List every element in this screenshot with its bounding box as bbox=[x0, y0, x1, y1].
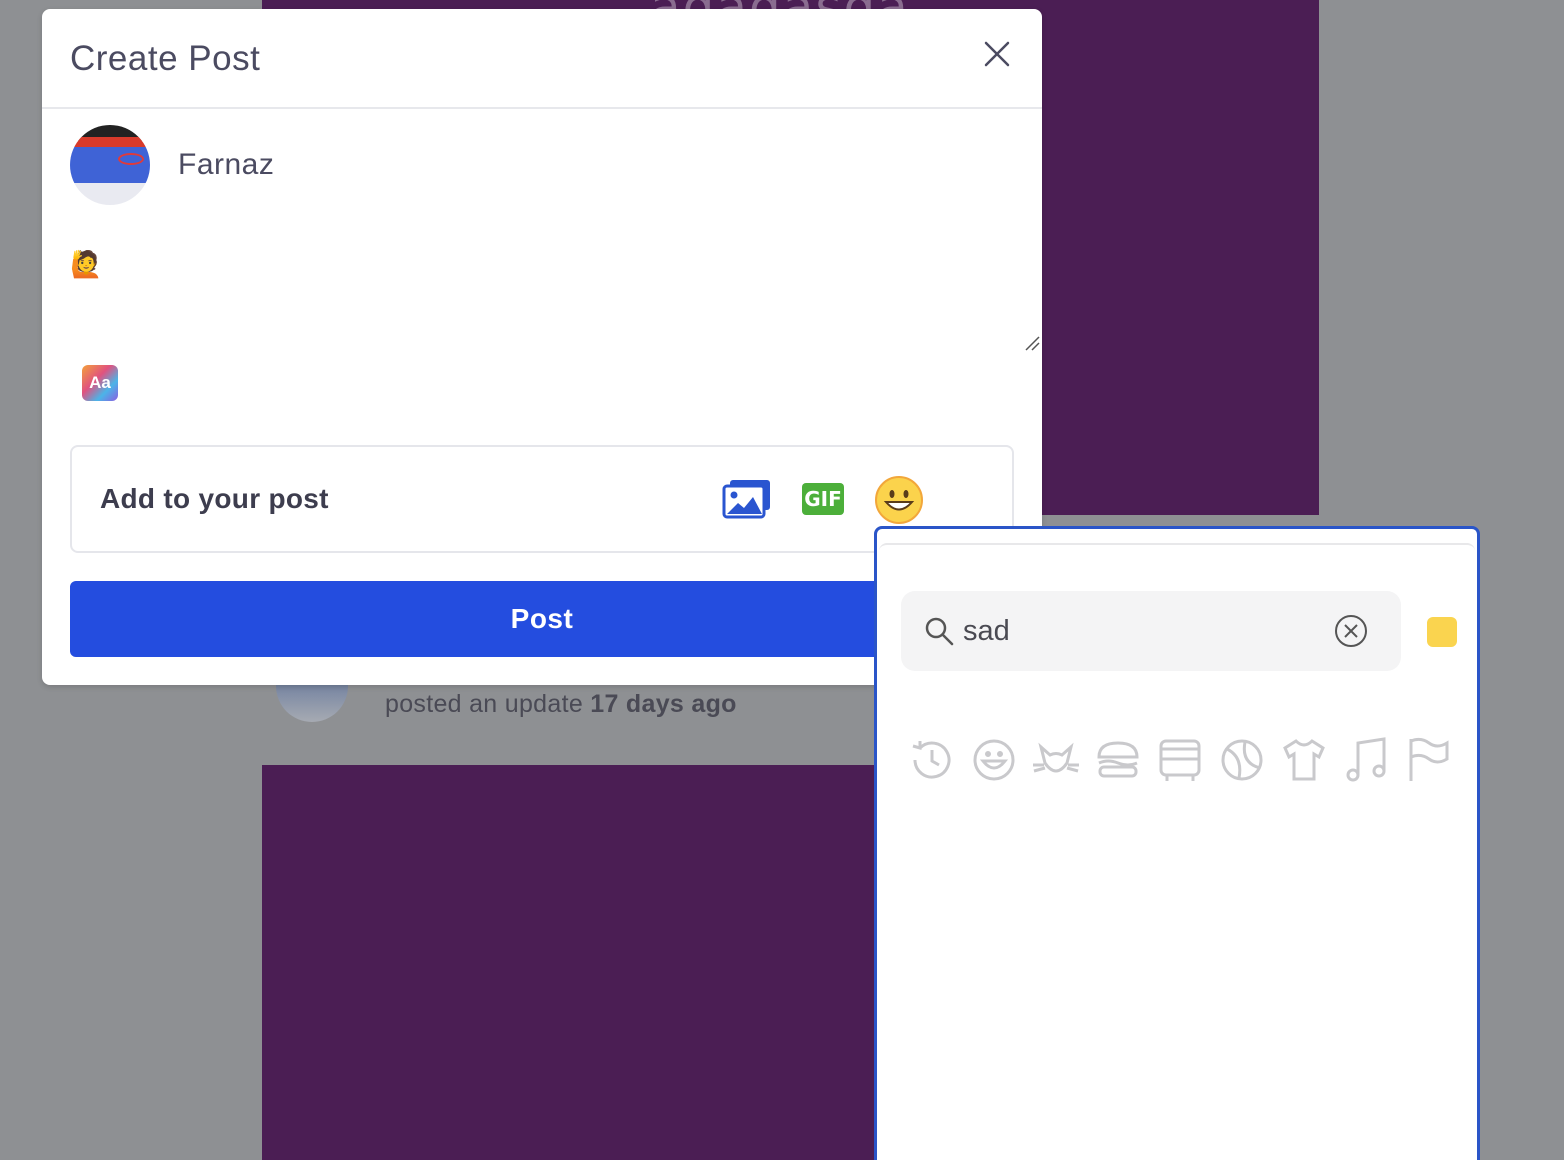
emoji-button-icon[interactable] bbox=[874, 475, 924, 525]
music-note-icon[interactable] bbox=[1341, 735, 1391, 785]
smiley-icon[interactable] bbox=[969, 735, 1019, 785]
emoji-search-box bbox=[901, 591, 1401, 671]
search-icon bbox=[925, 617, 954, 646]
bus-icon[interactable] bbox=[1155, 735, 1205, 785]
photo-gallery-icon[interactable] bbox=[722, 479, 772, 519]
clock-icon[interactable] bbox=[907, 735, 957, 785]
modal-header: Create Post bbox=[42, 9, 1042, 109]
background-panel-lower bbox=[262, 765, 874, 1160]
post-content: 🙋 bbox=[70, 249, 103, 279]
emoji-picker-body bbox=[879, 543, 1475, 1160]
update-time: 17 days ago bbox=[590, 690, 737, 718]
ball-icon[interactable] bbox=[1217, 735, 1267, 785]
username: Farnaz bbox=[178, 148, 275, 181]
cat-icon[interactable] bbox=[1031, 735, 1081, 785]
add-to-post-box: Add to your post GIF bbox=[70, 445, 1014, 553]
add-to-post-label: Add to your post bbox=[100, 483, 329, 514]
flag-icon[interactable] bbox=[1403, 735, 1453, 785]
post-textarea[interactable]: 🙋 bbox=[70, 249, 1032, 353]
modal-title: Create Post bbox=[70, 39, 261, 78]
resize-handle-icon[interactable] bbox=[1024, 335, 1040, 351]
emoji-picker bbox=[874, 526, 1480, 1160]
clear-search-icon[interactable] bbox=[1333, 613, 1369, 649]
skin-tone-selector[interactable] bbox=[1427, 617, 1457, 647]
burger-icon[interactable] bbox=[1093, 735, 1143, 785]
gif-button[interactable]: GIF bbox=[802, 483, 844, 515]
avatar bbox=[70, 125, 150, 205]
user-row: Farnaz bbox=[70, 125, 274, 205]
post-button[interactable]: Post bbox=[70, 581, 1014, 657]
emoji-category-bar bbox=[907, 735, 1453, 785]
background-update-text: posted an update 17 days ago bbox=[385, 690, 737, 719]
close-icon[interactable] bbox=[982, 39, 1012, 69]
shirt-icon[interactable] bbox=[1279, 735, 1329, 785]
update-action: posted an update bbox=[385, 690, 584, 718]
emoji-search-input[interactable] bbox=[963, 609, 1323, 653]
font-style-button[interactable]: Aa bbox=[82, 365, 118, 401]
